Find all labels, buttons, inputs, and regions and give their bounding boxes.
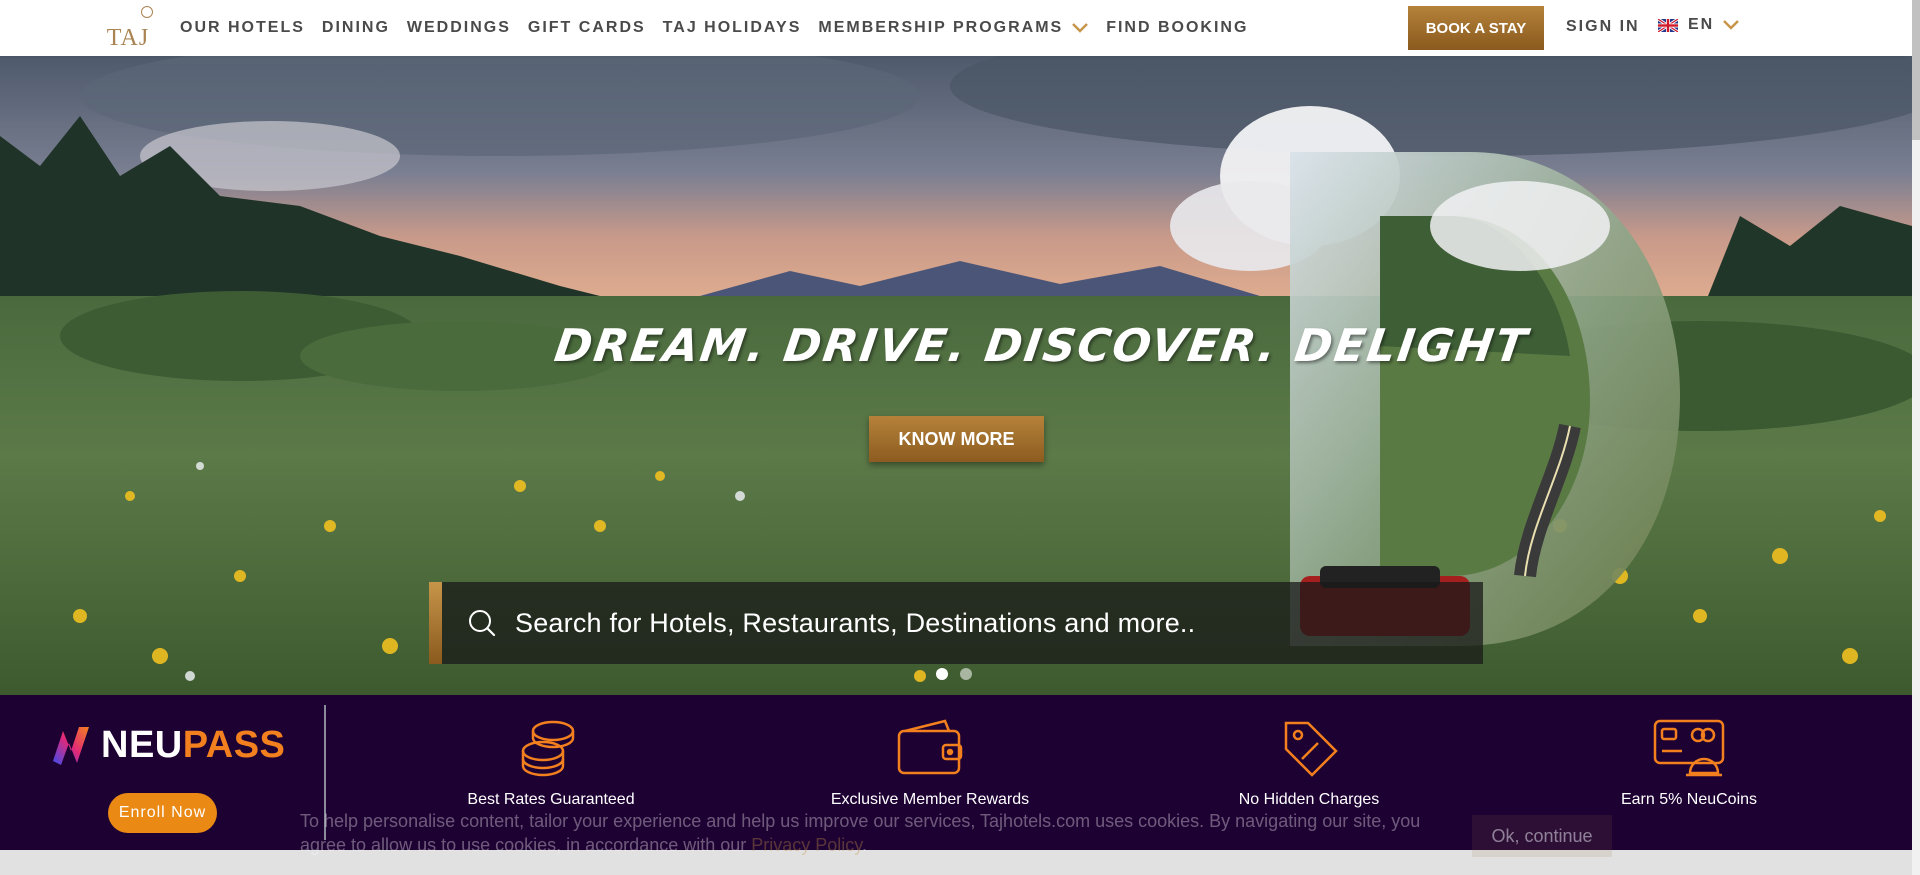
nav-find-booking[interactable]: FIND BOOKING — [1106, 19, 1248, 37]
neupass-word-neu: NEU — [101, 724, 183, 766]
benefit-member-rewards: Exclusive Member Rewards — [800, 717, 1060, 809]
chevron-down-icon — [1723, 20, 1740, 30]
enroll-now-button[interactable]: Enroll Now — [108, 793, 217, 833]
search-bar[interactable]: Search for Hotels, Restaurants, Destinat… — [429, 582, 1483, 664]
nav-label: OUR HOTELS — [180, 19, 305, 36]
scrollbar-thumb[interactable] — [1912, 0, 1920, 140]
coins-icon — [521, 720, 575, 777]
card-dining-icon — [1653, 719, 1725, 777]
nav-our-hotels[interactable]: OUR HOTELS — [180, 19, 305, 37]
benefit-label: Exclusive Member Rewards — [830, 791, 1030, 808]
benefit-no-hidden-charges: No Hidden Charges — [1179, 717, 1439, 809]
taj-logo[interactable]: TAJ — [101, 6, 155, 50]
benefit-label: Earn 5% NeuCoins — [1620, 791, 1758, 808]
privacy-policy-link[interactable]: Privacy Policy — [751, 835, 862, 855]
benefit-earn-neucoins: Earn 5% NeuCoins — [1559, 717, 1819, 809]
cookie-suffix: . — [861, 835, 867, 855]
carousel-dot-2[interactable] — [960, 668, 972, 680]
nav-label: WEDDINGS — [406, 19, 511, 36]
search-accent-bar — [429, 582, 442, 664]
nav-gift-cards[interactable]: GIFT CARDS — [528, 19, 646, 37]
nav-taj-holidays[interactable]: TAJ HOLIDAYS — [663, 19, 802, 37]
uk-flag-icon — [1658, 18, 1678, 32]
neupass-wordmark: NEUPASS — [101, 726, 285, 764]
sign-in-link[interactable]: SIGN IN — [1566, 18, 1640, 36]
crest-icon — [141, 6, 153, 18]
carousel-dots — [936, 668, 984, 680]
neupass-word-pass: PASS — [182, 724, 286, 766]
nav-label: FIND BOOKING — [1106, 19, 1249, 36]
cookie-notice: To help personalise content, tailor your… — [300, 809, 1460, 857]
nav-dining[interactable]: DINING — [322, 19, 390, 37]
main-nav: OUR HOTELS DINING WEDDINGS GIFT CARDS TA… — [180, 0, 1265, 56]
page-scrollbar[interactable] — [1912, 0, 1920, 875]
search-icon — [469, 610, 496, 637]
nav-membership-programs[interactable]: MEMBERSHIP PROGRAMS — [818, 19, 1089, 37]
cookie-ok-button[interactable]: Ok, continue — [1472, 815, 1612, 857]
nav-label: GIFT CARDS — [527, 19, 646, 36]
hero-headline: DREAM. DRIVE. DISCOVER. DELIGHT — [551, 319, 1532, 372]
logo-text: TAJ — [106, 25, 150, 51]
book-a-stay-button[interactable]: BOOK A STAY — [1408, 6, 1544, 50]
neupass-logo: NEUPASS — [49, 721, 285, 769]
hero-banner: DREAM. DRIVE. DISCOVER. DELIGHT KNOW MOR… — [0, 56, 1912, 695]
benefit-best-rates: Best Rates Guaranteed — [421, 717, 681, 809]
nav-label: MEMBERSHIP PROGRAMS — [818, 19, 1064, 36]
search-placeholder: Search for Hotels, Restaurants, Destinat… — [515, 607, 1196, 638]
wallet-icon — [897, 719, 963, 775]
benefit-label: No Hidden Charges — [1238, 791, 1380, 808]
site-header: TAJ OUR HOTELS DINING WEDDINGS GIFT CARD… — [0, 0, 1912, 56]
language-selector[interactable]: EN — [1658, 16, 1740, 34]
language-label: EN — [1688, 16, 1715, 33]
nav-label: DINING — [321, 19, 390, 36]
know-more-button[interactable]: KNOW MORE — [869, 416, 1044, 462]
nav-label: TAJ HOLIDAYS — [662, 19, 802, 36]
price-tag-icon — [1284, 721, 1338, 777]
carousel-dot-1[interactable] — [936, 668, 948, 680]
nav-weddings[interactable]: WEDDINGS — [407, 19, 511, 37]
neupass-mark-icon — [53, 727, 89, 765]
benefit-label: Best Rates Guaranteed — [467, 791, 635, 808]
chevron-down-icon — [1072, 23, 1089, 33]
